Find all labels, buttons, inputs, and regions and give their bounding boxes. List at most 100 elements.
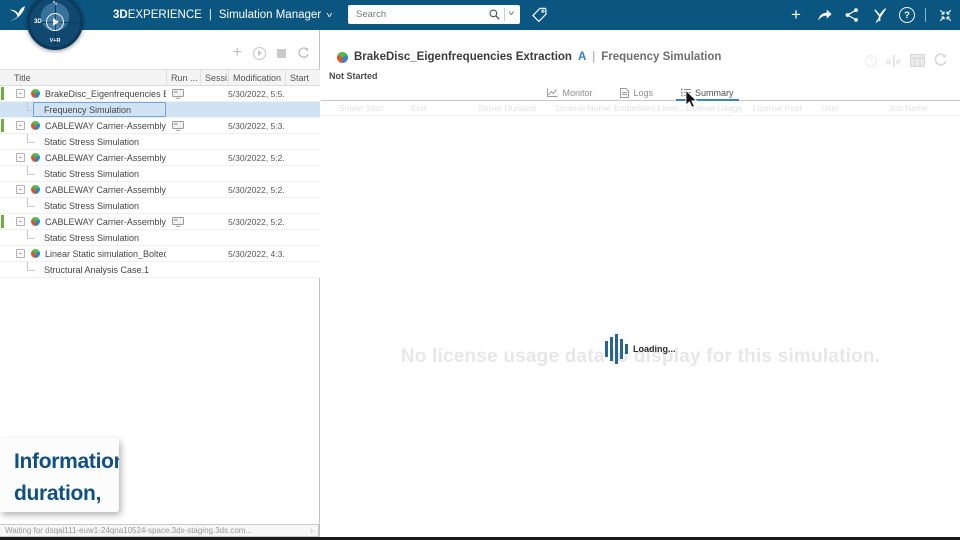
simulation-row[interactable]: - CABLEWAY Carrier-Assembly_S... 5/30/2022…: [0, 182, 320, 198]
simulation-case-row[interactable]: Static Stress Simulation: [0, 134, 320, 150]
start-cell: [285, 230, 320, 245]
column-header-4[interactable]: Start: [285, 70, 320, 85]
run-cell: [166, 246, 200, 261]
column-header-1[interactable]: Run ...: [166, 70, 200, 85]
collapse-toggle[interactable]: -: [16, 89, 25, 98]
app-name: Simulation Manager: [218, 9, 322, 21]
chevron-down-icon: ˅: [326, 10, 333, 20]
compass-wave-glyph: ∿: [52, 0, 58, 7]
add-content-button[interactable]: +: [787, 5, 805, 24]
simulation-title: Linear Static simulation_Bolted As...: [45, 248, 166, 259]
simulation-row[interactable]: - Linear Static simulation_Bolted As... 5/…: [0, 246, 320, 262]
title-cell: - CABLEWAY Carrier-Assembly_S...: [0, 182, 166, 197]
refresh-detail-icon[interactable]: [933, 53, 948, 68]
case-title: Static Stress Simulation: [44, 168, 140, 179]
share-nodes-icon[interactable]: [843, 6, 861, 24]
tab-logs-label: Logs: [633, 87, 654, 98]
modification-cell: [228, 262, 285, 277]
simulation-case-row[interactable]: Structural Analysis Case.1: [0, 262, 320, 278]
run-cell: [166, 102, 200, 117]
compass-3d-label: 3D: [34, 19, 42, 25]
simulation-row[interactable]: - CABLEWAY Carrier-Assembly_S... 5/30/2022…: [0, 118, 320, 134]
app-switcher[interactable]: Simulation Manager ˅: [218, 9, 333, 21]
loading-bar-icon: [610, 337, 613, 361]
search-icon[interactable]: [488, 8, 501, 21]
tree-connector-icon: [27, 102, 35, 111]
run-button[interactable]: [253, 46, 266, 60]
collapse-window-icon[interactable]: [936, 6, 954, 24]
modification-cell: [228, 102, 285, 117]
svg-text:e: e: [896, 56, 901, 66]
caption-line-1: Information: [14, 450, 119, 473]
summary-column-4: Embedded Licen...: [614, 103, 685, 113]
stop-button[interactable]: [277, 48, 286, 58]
tab-monitor[interactable]: Monitor: [547, 85, 592, 100]
loading-bar-icon: [620, 339, 623, 359]
collapse-toggle[interactable]: -: [16, 217, 25, 226]
start-cell: [285, 86, 320, 101]
run-cell: [166, 182, 200, 197]
title-cell: Static Stress Simulation: [0, 166, 166, 181]
summary-column-2: Solver Duration: [478, 103, 537, 113]
simulation-icon: [31, 249, 40, 258]
modification-cell: [228, 166, 285, 181]
simulation-title: CABLEWAY Carrier-Assembly_S...: [45, 152, 166, 163]
loading-bar-icon: [615, 334, 618, 364]
run-cell: [166, 230, 200, 245]
document-header: BrakeDisc_Eigenfrequencies Extraction A …: [337, 51, 721, 63]
simulation-icon: [31, 153, 40, 162]
session-cell: [200, 182, 228, 197]
search-bar[interactable]: ˅: [348, 5, 520, 24]
share-arrow-icon[interactable]: [815, 6, 833, 24]
status-message: Waiting for dsqal111-euw1-24qna10524-spa…: [5, 526, 253, 535]
simulation-icon: [31, 217, 40, 226]
table-header: TitleRun ...Sessi...ModificationStart: [0, 69, 320, 86]
compass-play-icon[interactable]: [46, 13, 64, 31]
run-cell: [166, 86, 200, 101]
table-view-icon[interactable]: [910, 54, 925, 67]
column-header-3[interactable]: Modification: [228, 70, 285, 85]
case-title: Static Stress Simulation: [44, 232, 140, 243]
simulation-row[interactable]: - BrakeDisc_Eigenfrequencies Extr... 5/30/…: [0, 86, 320, 102]
tag-icon[interactable]: [531, 6, 548, 28]
simulation-case-row[interactable]: Static Stress Simulation: [0, 166, 320, 182]
simulation-icon: [31, 185, 40, 194]
run-cell: [166, 214, 200, 229]
run-cell: [166, 262, 200, 277]
start-cell: [285, 166, 320, 181]
search-input[interactable]: [348, 9, 488, 20]
title-cell: Static Stress Simulation: [0, 198, 166, 213]
simulation-case-row[interactable]: Static Stress Simulation: [0, 198, 320, 214]
history-clock-icon[interactable]: [864, 54, 878, 68]
simulation-case-row[interactable]: Static Stress Simulation: [0, 230, 320, 246]
simulation-row[interactable]: - CABLEWAY Carrier-Assembly_S... 5/30/2022…: [0, 214, 320, 230]
session-cell: [200, 134, 228, 149]
modification-cell: [228, 134, 285, 149]
3dswym-icon[interactable]: [871, 6, 889, 24]
column-header-0[interactable]: Title: [0, 70, 166, 85]
simulation-type-icon: [337, 51, 348, 63]
simulation-case-row[interactable]: Frequency Simulation: [0, 102, 320, 118]
collapse-toggle[interactable]: -: [16, 121, 25, 130]
collapse-toggle[interactable]: -: [16, 153, 25, 162]
loading-indicator: Loading...: [605, 333, 676, 365]
tab-summary-label: Summary: [695, 87, 734, 98]
svg-text:a: a: [886, 56, 891, 66]
session-cell: [200, 102, 228, 117]
rename-icon[interactable]: ae: [886, 54, 902, 68]
column-header-2[interactable]: Sessi...: [200, 70, 228, 85]
modification-cell: 5/30/2022, 5:2...: [228, 152, 285, 163]
simulation-row[interactable]: - CABLEWAY Carrier-Assembly_S... 5/30/2022…: [0, 150, 320, 166]
start-cell: [285, 182, 320, 197]
new-simulation-button[interactable]: +: [233, 45, 242, 61]
search-options-chevron-icon[interactable]: ˅: [504, 11, 524, 18]
status-more-icon: ›: [310, 526, 313, 535]
tab-logs[interactable]: Logs: [620, 85, 653, 100]
simulation-icon: [31, 89, 40, 98]
collapse-toggle[interactable]: -: [16, 249, 25, 258]
help-icon[interactable]: ?: [899, 7, 915, 23]
collapse-toggle[interactable]: -: [16, 185, 25, 194]
refresh-list-icon[interactable]: [297, 46, 310, 60]
simulation-title: BrakeDisc_Eigenfrequencies Extr...: [45, 88, 166, 99]
video-caption-overlay: Information duration,: [0, 438, 119, 512]
